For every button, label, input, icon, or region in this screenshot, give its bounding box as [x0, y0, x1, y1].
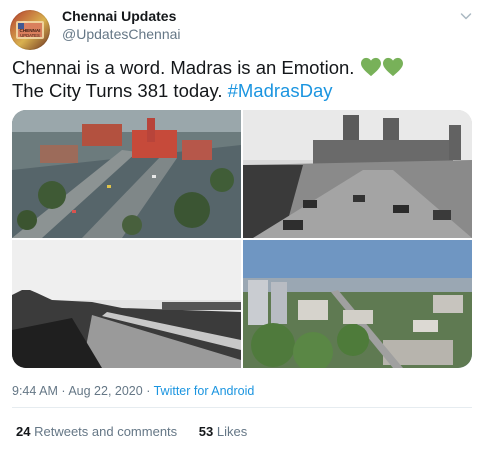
green-heart-icon: [360, 57, 382, 77]
tweet-date[interactable]: Aug 22, 2020: [68, 384, 142, 398]
likes-count: 53: [198, 424, 214, 439]
photo-3[interactable]: [12, 240, 241, 368]
tweet-card: CHENNAI UPDATES Chennai Updates @Updates…: [0, 0, 484, 450]
tweet-line-2: The City Turns 381 today. #MadrasDay: [12, 79, 472, 102]
meta-separator: ·: [146, 384, 151, 398]
tweet-stats: 24 Retweets and comments 53 Likes: [16, 424, 265, 440]
tweet-text: Chennai is a word. Madras is an Emotion.…: [12, 56, 472, 102]
tweet-source-link[interactable]: Twitter for Android: [154, 384, 255, 398]
tweet-line-1: Chennai is a word. Madras is an Emotion.: [12, 56, 472, 79]
retweets-label: Retweets and comments: [34, 424, 178, 439]
author-name[interactable]: Chennai Updates: [62, 7, 176, 25]
avatar-logo-icon: CHENNAI UPDATES: [16, 21, 44, 39]
media-grid: [12, 110, 472, 368]
tweet-time[interactable]: 9:44 AM: [12, 384, 58, 398]
retweets-stat[interactable]: 24 Retweets and comments: [16, 424, 177, 440]
tweet-meta: 9:44 AM · Aug 22, 2020 · Twitter for And…: [12, 383, 254, 399]
author-handle[interactable]: @UpdatesChennai: [62, 25, 181, 43]
tweet-line-2-text: The City Turns 381 today.: [12, 80, 223, 101]
chevron-down-icon[interactable]: [458, 8, 474, 24]
green-heart-icon: [382, 57, 404, 77]
svg-text:UPDATES: UPDATES: [20, 33, 40, 38]
hashtag-link[interactable]: #MadrasDay: [228, 80, 333, 101]
tweet-line-1-text: Chennai is a word. Madras is an Emotion.: [12, 57, 355, 78]
likes-stat[interactable]: 53 Likes: [199, 424, 247, 440]
photo-2[interactable]: [243, 110, 472, 238]
photo-4[interactable]: [243, 240, 472, 368]
meta-separator: ·: [61, 384, 66, 398]
author-avatar[interactable]: CHENNAI UPDATES: [10, 10, 50, 50]
divider: [12, 407, 472, 408]
likes-label: Likes: [216, 424, 248, 439]
photo-1[interactable]: [12, 110, 241, 238]
retweets-count: 24: [16, 424, 31, 439]
